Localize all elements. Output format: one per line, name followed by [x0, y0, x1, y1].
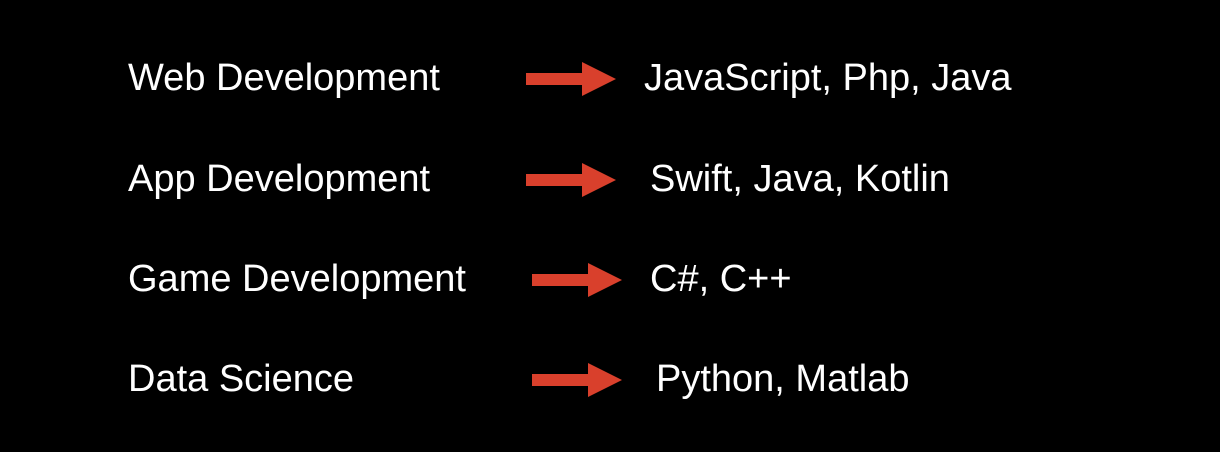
right-arrow-icon — [532, 263, 622, 297]
mapping-row-web: Web Development JavaScript, Php, Java — [0, 48, 1220, 108]
languages-label: JavaScript, Php, Java — [644, 57, 1012, 99]
languages-label: Python, Matlab — [656, 358, 910, 400]
languages-label: C#, C++ — [650, 258, 792, 300]
languages-label: Swift, Java, Kotlin — [650, 158, 950, 200]
right-arrow-icon — [532, 363, 622, 397]
field-label: App Development — [128, 158, 431, 200]
field-label: Data Science — [128, 358, 355, 400]
mapping-row-app: App Development Swift, Java, Kotlin — [0, 149, 1220, 209]
right-arrow-icon — [526, 62, 616, 96]
field-label: Game Development — [128, 258, 466, 300]
mapping-row-data: Data Science Python, Matlab — [0, 349, 1220, 409]
right-arrow-icon — [526, 163, 616, 197]
slide: Web Development JavaScript, Php, Java Ap… — [0, 0, 1220, 452]
mapping-row-game: Game Development C#, C++ — [0, 249, 1220, 309]
field-label: Web Development — [128, 57, 440, 99]
